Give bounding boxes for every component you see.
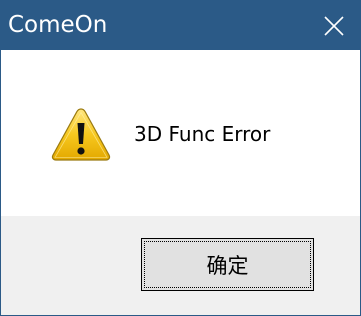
warning-icon (51, 108, 111, 161)
dialog-content: 3D Func Error (1, 50, 360, 216)
close-icon (324, 16, 344, 36)
title-bar: ComeOn (1, 1, 360, 50)
error-message: 3D Func Error (134, 122, 271, 146)
close-button[interactable] (308, 1, 360, 50)
ok-button[interactable]: 确定 (141, 238, 314, 291)
window-title: ComeOn (8, 12, 108, 38)
message-dialog: ComeOn 3D Func Error 确定 (0, 0, 361, 316)
button-bar: 确定 (1, 216, 360, 315)
